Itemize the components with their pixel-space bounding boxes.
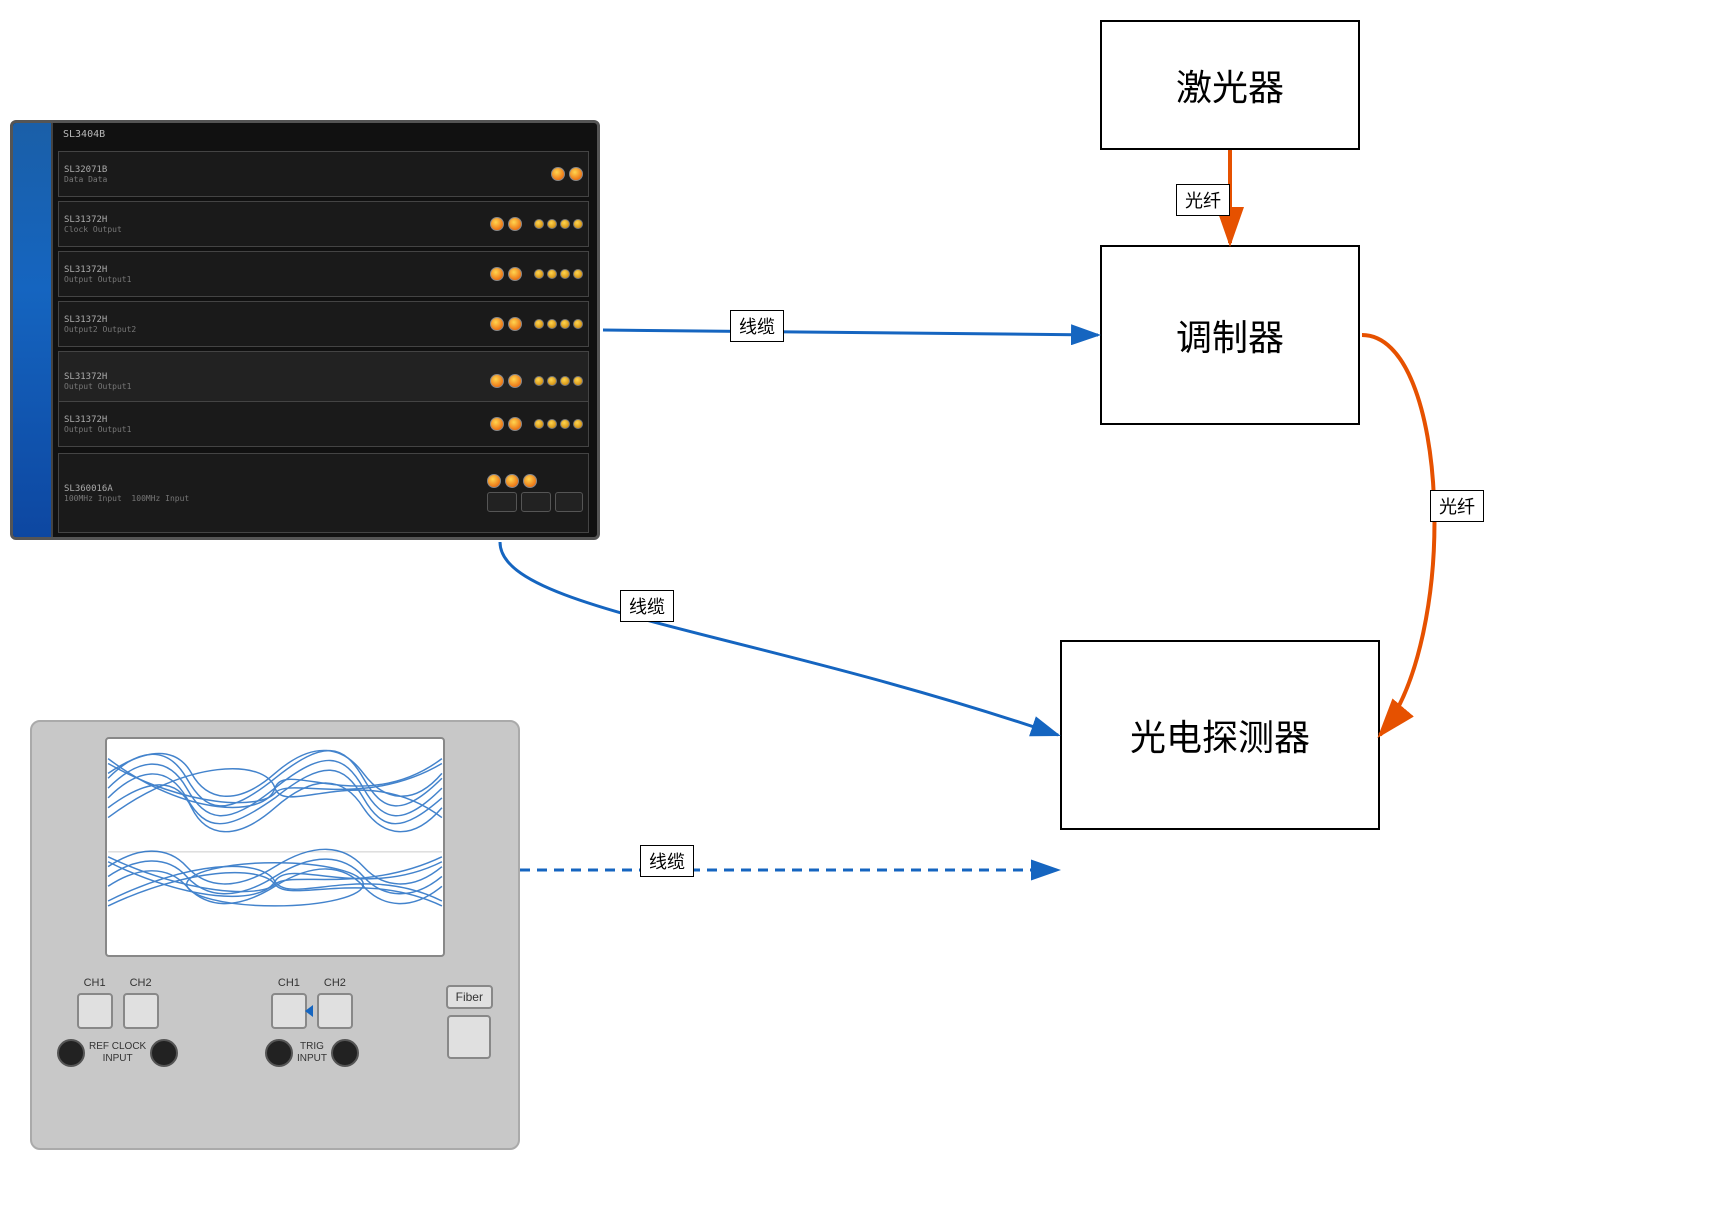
scope-screen: [105, 737, 445, 957]
trig-input-group: CH1 CH2 TRIGINPUT: [265, 977, 359, 1067]
detector-label: 光电探测器: [1130, 709, 1310, 761]
cable-label-3: 线缆: [640, 845, 694, 877]
laser-label: 激光器: [1176, 59, 1284, 111]
detector-box: 光电探测器: [1060, 640, 1380, 830]
fiber-label-1: 光纤: [1176, 184, 1230, 216]
equipment-rack: SL3404B SL32071B Data Data SL31372H Cloc…: [10, 120, 600, 540]
ref-clock-group: CH1 CH2 REF CLOCKINPUT: [57, 977, 178, 1067]
modulator-label: 调制器: [1176, 309, 1284, 361]
cable-label-2: 线缆: [620, 590, 674, 622]
laser-box: 激光器: [1100, 20, 1360, 150]
oscilloscope: CH1 CH2 REF CLOCKINPUT CH1: [30, 720, 520, 1150]
fiber-btn-group: Fiber: [446, 985, 493, 1059]
fiber-label-2: 光纤: [1430, 490, 1484, 522]
modulator-box: 调制器: [1100, 245, 1360, 425]
cable-label-1: 线缆: [730, 310, 784, 342]
